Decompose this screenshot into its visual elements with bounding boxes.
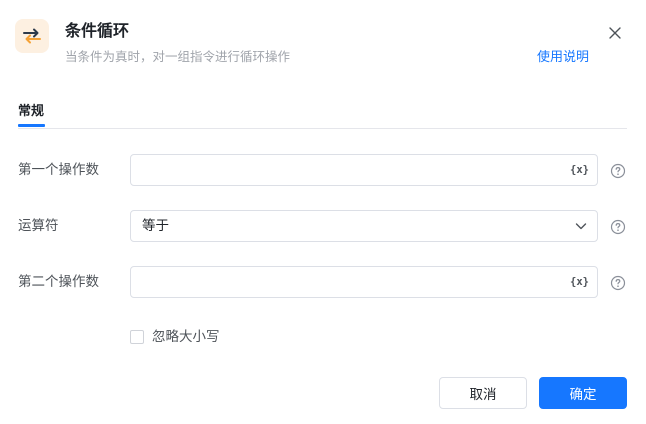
tab-divider bbox=[18, 128, 627, 129]
help-circle-icon[interactable] bbox=[610, 275, 626, 291]
operator-selected-value: 等于 bbox=[142, 218, 169, 234]
help-circle-icon[interactable] bbox=[610, 219, 626, 235]
chevron-down-icon bbox=[575, 223, 587, 230]
operand1-field: {x} bbox=[130, 154, 598, 186]
operator-select[interactable]: 等于 bbox=[130, 210, 598, 242]
operator-label: 运算符 bbox=[18, 218, 59, 234]
help-circle-icon[interactable] bbox=[610, 163, 626, 179]
loop-icon bbox=[15, 19, 49, 53]
tab-active-indicator bbox=[18, 124, 45, 127]
help-link[interactable]: 使用说明 bbox=[537, 49, 589, 67]
operand1-input[interactable] bbox=[141, 155, 561, 185]
confirm-button[interactable]: 确定 bbox=[539, 377, 627, 409]
operand2-field: {x} bbox=[130, 266, 598, 298]
operand2-label: 第二个操作数 bbox=[18, 274, 99, 290]
variable-button[interactable]: {x} bbox=[570, 162, 589, 178]
tab-general[interactable]: 常规 bbox=[18, 104, 44, 120]
close-icon[interactable] bbox=[606, 24, 624, 42]
ignore-case-checkbox[interactable] bbox=[130, 330, 144, 344]
dialog-subtitle: 当条件为真时，对一组指令进行循环操作 bbox=[65, 49, 291, 64]
cancel-button[interactable]: 取消 bbox=[439, 377, 527, 409]
dialog-title: 条件循环 bbox=[65, 21, 130, 40]
variable-button[interactable]: {x} bbox=[570, 274, 589, 290]
ignore-case-label[interactable]: 忽略大小写 bbox=[152, 328, 220, 346]
operand1-label: 第一个操作数 bbox=[18, 162, 99, 178]
operand2-input[interactable] bbox=[141, 267, 561, 297]
